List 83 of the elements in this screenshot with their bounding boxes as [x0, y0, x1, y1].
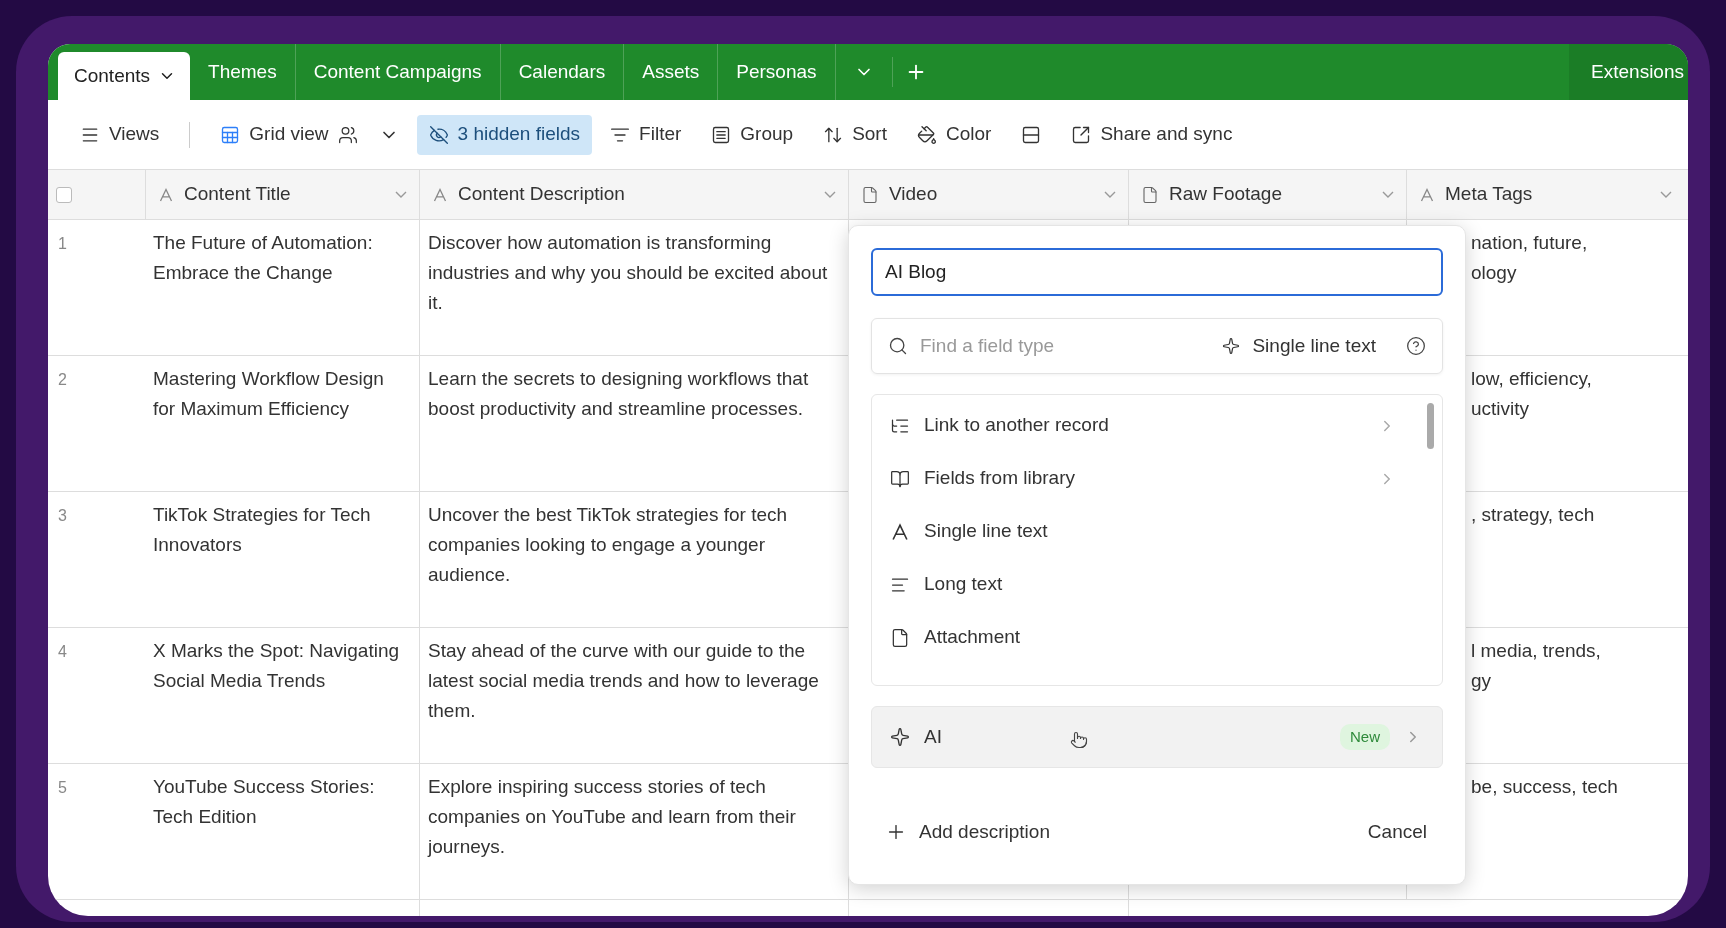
field-type-search[interactable]: Find a field type Single line text	[871, 318, 1443, 374]
book-icon	[890, 468, 910, 489]
table-cell: Explore inspiring success stories of tech companies on YouTube and learn from their journeys.	[428, 776, 796, 857]
ai-field-option[interactable]: AI New	[871, 706, 1443, 768]
column-header[interactable]: Content Description	[419, 170, 848, 219]
toolbar-button[interactable]: 3 hidden fields	[416, 114, 593, 155]
field-type-option[interactable]: Single line text	[872, 505, 1442, 558]
chevron-down-icon	[395, 191, 407, 198]
row-number: 5	[58, 779, 67, 796]
row-number: 1	[58, 235, 67, 252]
file-icon	[861, 185, 879, 204]
field-name-input[interactable]: AI Blog	[871, 248, 1443, 296]
toolbar-button[interactable]: Views	[68, 114, 172, 155]
table-cell-text: , strategy, tech	[1471, 503, 1596, 527]
text-field-icon	[158, 186, 174, 203]
column-header[interactable]: Meta Tags	[1406, 170, 1684, 219]
table-tab[interactable]: Content Campaigns	[295, 44, 501, 100]
table-tab[interactable]: Calendars	[500, 44, 625, 100]
table-cell: Mastering Workflow Design for Maximum Efficiency	[153, 368, 384, 419]
extensions-button[interactable]: Extensions	[1569, 44, 1688, 100]
text-field-icon	[432, 186, 448, 203]
field-type-option[interactable]: Fields from library	[872, 452, 1442, 505]
row-number: 3	[58, 507, 67, 524]
table-cell-text: gy	[1471, 669, 1493, 693]
text-field-icon	[1419, 186, 1435, 203]
table-cell: X Marks the Spot: Navigating Social Media Trends	[153, 640, 400, 691]
table-cell: YouTube Success Stories: Tech Edition	[153, 776, 375, 827]
toolbar-button[interactable]: Color	[905, 114, 1004, 155]
field-type-option[interactable]: Long text	[872, 558, 1442, 611]
file-icon	[1141, 185, 1159, 204]
row-number: 4	[58, 643, 67, 660]
current-type-label: Single line text	[1252, 333, 1376, 358]
cancel-button[interactable]: Cancel	[1367, 818, 1443, 847]
table-cell-text: low, efficiency,	[1471, 367, 1593, 391]
table-tab[interactable]: Personas	[718, 44, 836, 100]
share-icon	[1071, 124, 1092, 145]
toolbar-button[interactable]: Share and sync	[1059, 114, 1245, 155]
add-description-button[interactable]: Add description	[871, 818, 1050, 847]
search-input[interactable]: Find a field type	[920, 331, 1211, 361]
table-cell-text: ology	[1471, 261, 1518, 285]
chevron-down-icon	[824, 191, 836, 198]
table-cell-text: be, success, tech	[1471, 775, 1619, 799]
table-cell: Learn the secrets to designing workflows that boost productivity and streamline processes.	[428, 368, 809, 419]
field-type-option[interactable]: Link to another record	[872, 399, 1442, 452]
toolbar-button[interactable]: Grid view	[208, 114, 411, 155]
table-tab[interactable]: Themes	[190, 44, 296, 100]
search-icon	[888, 336, 908, 356]
group-icon	[711, 124, 732, 145]
grid-icon	[220, 124, 241, 145]
row-number: 2	[58, 371, 67, 388]
scrollbar-thumb[interactable]	[1427, 403, 1434, 449]
sparkle-icon	[1222, 337, 1241, 355]
chevron-down-icon	[1382, 191, 1394, 198]
paint-bucket-icon	[917, 124, 937, 145]
help-icon	[1406, 336, 1426, 356]
table-cell-text: nation, future,	[1471, 231, 1589, 255]
table-cell: Uncover the best TikTok strategies for tech companies looking to engage a younger audience.	[428, 504, 788, 585]
text-field-icon	[890, 521, 910, 542]
row-height-icon	[1021, 124, 1042, 145]
pointer-cursor-icon	[1070, 731, 1088, 749]
select-all-checkbox[interactable]	[56, 186, 72, 203]
table-tab[interactable]: Assets	[624, 44, 719, 100]
table-cell-text: uctivity	[1471, 397, 1531, 421]
people-icon	[337, 124, 358, 145]
column-header[interactable]: Raw Footage	[1128, 170, 1406, 219]
toolbar-button[interactable]: Sort	[811, 114, 899, 155]
field-type-option[interactable]: Attachment	[872, 611, 1442, 664]
toolbar-button[interactable]: Filter	[598, 114, 694, 155]
table-tab[interactable]: Contents	[58, 52, 191, 100]
new-badge: New	[1340, 723, 1390, 751]
eye-off-icon	[428, 124, 449, 145]
table-cell: Discover how automation is transforming industries and why you should be excited about it.	[428, 232, 828, 313]
sparkle-icon	[890, 727, 910, 747]
table-cell: TikTok Strategies for Tech Innovators	[153, 504, 371, 555]
table-cell-text: l media, trends,	[1471, 639, 1602, 663]
file-icon	[890, 627, 910, 648]
chevron-down-icon	[1104, 191, 1116, 198]
chevron-down-icon	[1660, 191, 1672, 198]
column-header[interactable]: Content Title	[145, 170, 419, 219]
toolbar-button[interactable]: Group	[699, 114, 806, 155]
column-header[interactable]: Video	[848, 170, 1128, 219]
table-cell: The Future of Automation: Embrace the Change	[153, 232, 373, 283]
table-cell: Stay ahead of the curve with our guide to the latest social media trends and how to leverage them.	[428, 640, 819, 721]
